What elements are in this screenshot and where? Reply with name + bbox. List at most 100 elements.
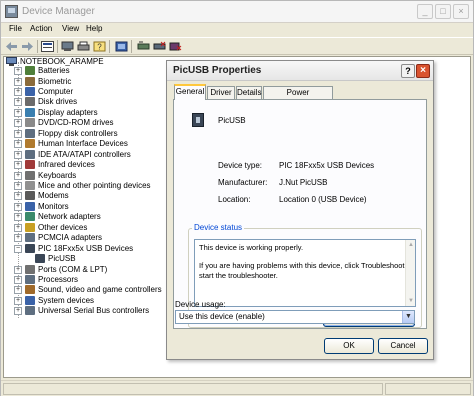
minimize-button[interactable]: _ — [417, 4, 433, 19]
tree-item-label: PicUSB — [48, 254, 76, 264]
back-icon[interactable] — [5, 41, 18, 52]
device-status-text[interactable]: This device is working properly. If you … — [194, 239, 416, 307]
expand-icon[interactable]: + — [14, 296, 22, 305]
dialog-help-button[interactable]: ? — [401, 64, 415, 78]
device-usage-label: Device usage: — [175, 300, 226, 309]
expand-icon[interactable]: + — [14, 77, 22, 86]
expand-icon[interactable]: + — [14, 119, 22, 128]
maximize-button[interactable]: □ — [435, 4, 451, 19]
scan-hardware-icon[interactable] — [115, 41, 128, 52]
device-category-icon — [25, 66, 35, 75]
device-type-value: PIC 18Fxx5x USB Devices — [279, 161, 375, 170]
print-icon[interactable] — [77, 41, 90, 52]
expand-icon[interactable]: + — [14, 276, 22, 284]
expand-icon[interactable]: + — [14, 67, 22, 75]
status-line: If you are having problems with this dev… — [199, 261, 413, 270]
tab-power-management[interactable]: Power Management — [263, 86, 333, 109]
tree-item-label: Disk drives — [38, 97, 78, 107]
dialog-title: PicUSB Properties — [173, 65, 262, 76]
device-category-icon — [25, 285, 35, 295]
tree-item-label: PIC 18Fxx5x USB Devices — [38, 243, 134, 253]
expand-icon[interactable]: + — [14, 213, 22, 222]
tree-item-label: Floppy disk controllers — [38, 128, 118, 138]
tree-item-label: DVD/CD-ROM drives — [38, 118, 114, 128]
location-value: Location 0 (USB Device) — [279, 195, 367, 204]
scroll-down-icon[interactable]: ▼ — [407, 297, 415, 305]
expand-icon[interactable]: + — [14, 140, 22, 149]
status-cell — [385, 383, 471, 395]
forward-icon[interactable] — [21, 41, 34, 52]
cancel-button[interactable]: Cancel — [378, 338, 428, 354]
general-tab-panel: PicUSB Device type: PIC 18Fxx5x USB Devi… — [173, 99, 427, 329]
device-category-icon — [25, 295, 35, 305]
expand-icon[interactable]: + — [14, 171, 22, 180]
tab-general[interactable]: General — [174, 84, 206, 100]
device-category-icon — [25, 180, 35, 190]
menu-bar: File Action View Help — [1, 23, 473, 37]
tree-item-label: IDE ATA/ATAPI controllers — [38, 149, 131, 159]
device-manager-icon — [5, 5, 18, 18]
status-bar — [1, 380, 473, 396]
status-line: This device is working properly. — [199, 243, 304, 252]
menu-view[interactable]: View — [62, 24, 79, 33]
device-category-icon — [25, 275, 35, 284]
device-category-icon — [35, 254, 45, 264]
properties-view-icon[interactable] — [41, 41, 54, 52]
expand-icon[interactable]: + — [14, 265, 22, 274]
device-category-icon — [25, 264, 35, 274]
tree-item-label: Computer — [38, 86, 74, 96]
expand-icon[interactable]: + — [14, 202, 22, 211]
expand-icon[interactable]: + — [14, 98, 22, 107]
computer-icon[interactable] — [61, 41, 74, 52]
status-scrollbar[interactable]: ▲ ▼ — [405, 240, 415, 306]
expand-icon[interactable]: + — [14, 129, 22, 138]
usb-device-icon — [192, 113, 204, 127]
tree-item-label: Modems — [38, 191, 69, 201]
device-category-icon — [25, 97, 35, 107]
toolbar-separator — [37, 40, 38, 53]
update-driver-icon[interactable] — [137, 41, 150, 52]
tree-item-label: Keyboards — [38, 170, 77, 180]
ok-button[interactable]: OK — [324, 338, 374, 354]
tree-item-label: Processors — [38, 275, 79, 284]
expand-icon[interactable]: + — [14, 307, 22, 316]
menu-help[interactable]: Help — [86, 24, 102, 33]
help-icon[interactable]: ? — [93, 41, 106, 52]
menu-action[interactable]: Action — [30, 24, 52, 33]
expand-icon[interactable]: + — [14, 181, 22, 190]
tab-driver[interactable]: Driver — [207, 86, 235, 99]
chevron-down-icon[interactable]: ▼ — [402, 311, 414, 323]
dialog-title-bar[interactable]: PicUSB Properties ? × — [167, 61, 433, 81]
device-category-icon — [25, 149, 35, 159]
device-usage-value: Use this device (enable) — [179, 312, 265, 321]
tab-details[interactable]: Details — [236, 86, 262, 99]
device-name: PicUSB — [218, 116, 246, 125]
tree-item-label: Network adapters — [38, 212, 101, 222]
title-bar[interactable]: Device Manager _ □ × — [1, 1, 473, 23]
expand-icon[interactable]: + — [14, 286, 22, 295]
collapse-icon[interactable]: − — [14, 244, 22, 253]
expand-icon[interactable]: + — [14, 223, 22, 232]
close-button[interactable]: × — [453, 4, 469, 19]
device-category-icon — [25, 128, 35, 138]
disable-icon[interactable] — [169, 41, 182, 52]
window-title: Device Manager — [22, 6, 95, 17]
device-category-icon — [25, 201, 35, 211]
dialog-close-button[interactable]: × — [416, 64, 430, 78]
device-category-icon — [25, 306, 35, 316]
tree-item-label: Mice and other pointing devices — [38, 180, 151, 190]
menu-file[interactable]: File — [9, 24, 22, 33]
expand-icon[interactable]: + — [14, 192, 22, 201]
device-usage-select[interactable]: Use this device (enable) ▼ — [175, 310, 415, 324]
expand-icon[interactable]: + — [14, 150, 22, 159]
expand-icon[interactable]: + — [14, 87, 22, 96]
location-label: Location: — [218, 195, 251, 204]
device-category-icon — [25, 160, 35, 170]
scroll-up-icon[interactable]: ▲ — [407, 241, 415, 249]
expand-icon[interactable]: + — [14, 234, 22, 243]
uninstall-icon[interactable] — [153, 41, 166, 52]
manufacturer-label: Manufacturer: — [218, 178, 268, 187]
expand-icon[interactable]: + — [14, 161, 22, 170]
computer-icon — [6, 57, 17, 66]
expand-icon[interactable]: + — [14, 108, 22, 117]
